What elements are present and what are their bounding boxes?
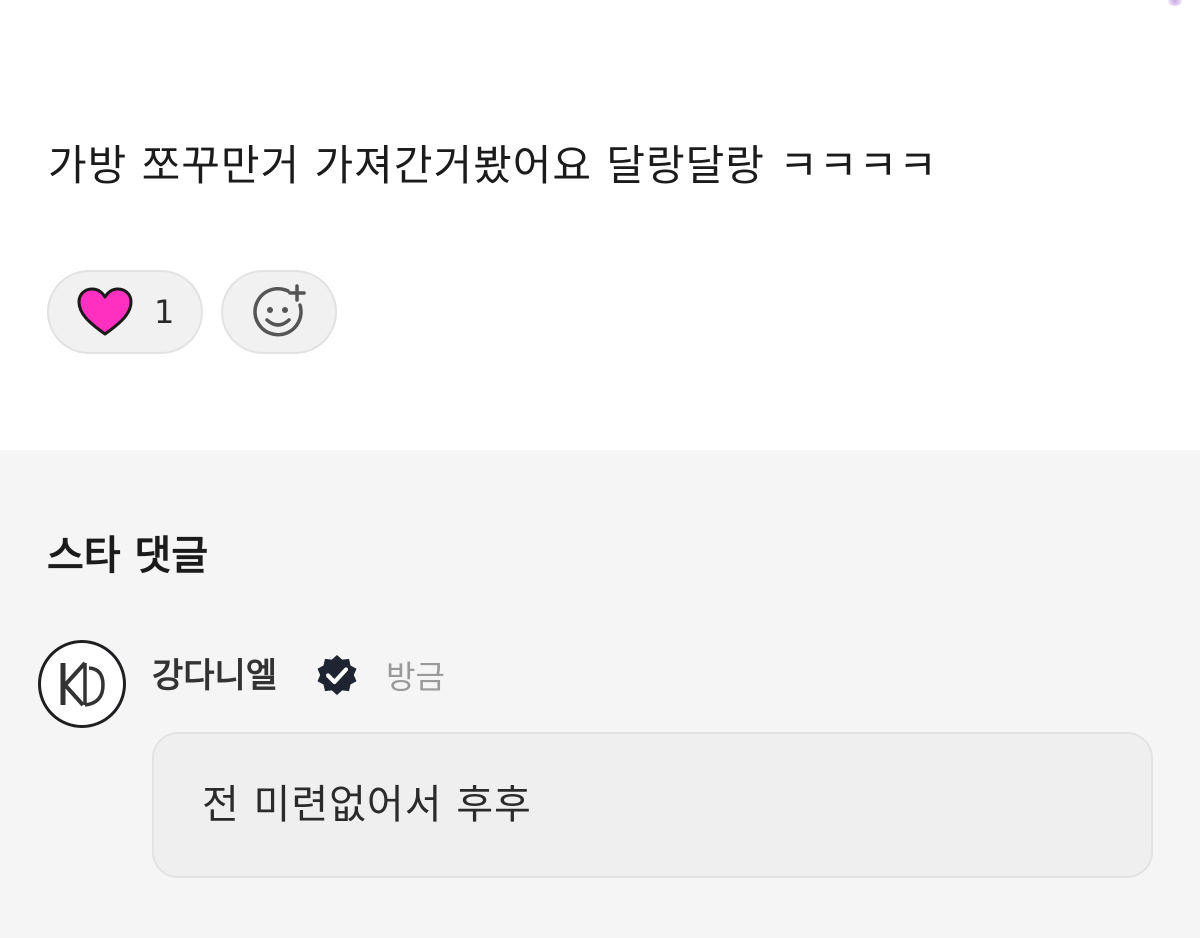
heart-count: 1	[154, 293, 175, 331]
comment-author[interactable]: 강다니엘	[152, 653, 277, 699]
smiley-plus-icon	[253, 284, 306, 337]
star-comments-section: 스타 댓글 강다니엘 방금 전 미련없어서 후후	[0, 450, 1200, 938]
kd-logo-avatar	[60, 661, 105, 707]
post-text: 가방 쪼꾸만거 가져간거봤어요 달랑달랑 ㅋㅋㅋㅋ	[48, 141, 938, 190]
section-title: 스타 댓글	[47, 533, 209, 579]
heart-reaction-button[interactable]: 1	[47, 270, 203, 354]
add-reaction-button[interactable]	[221, 270, 337, 354]
comment-timestamp: 방금	[386, 658, 445, 696]
comment-text: 전 미련없어서 후후	[202, 782, 532, 828]
verified-badge-icon	[317, 655, 357, 695]
avatar[interactable]	[38, 640, 126, 728]
post-content: 가방 쪼꾸만거 가져간거봤어요 달랑달랑 ㅋㅋㅋㅋ 1	[0, 0, 1200, 450]
comment-bubble: 전 미련없어서 후후	[152, 732, 1153, 878]
heart-icon	[77, 287, 133, 336]
decorative-dot	[1168, 0, 1182, 6]
